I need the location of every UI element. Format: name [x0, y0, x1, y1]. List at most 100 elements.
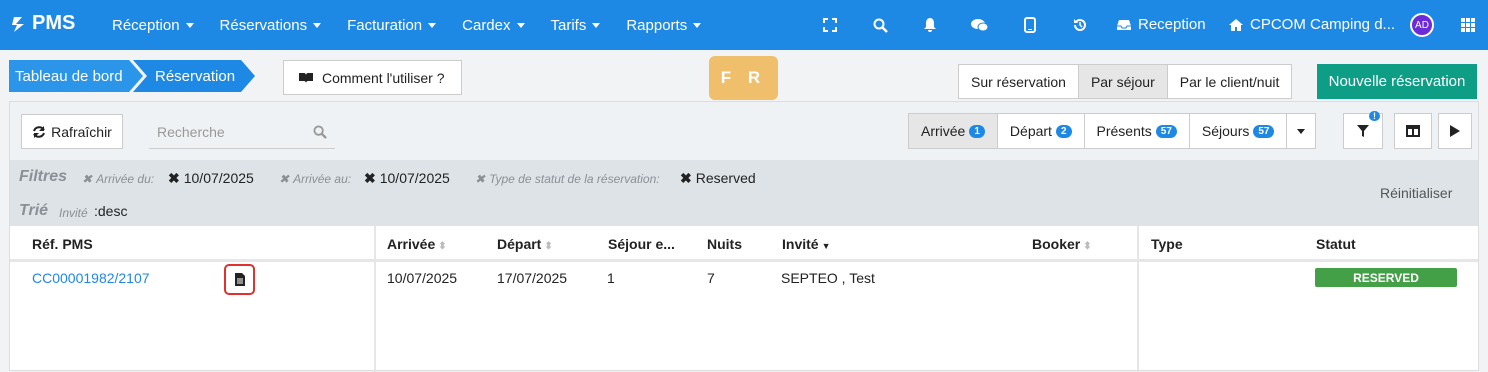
reception-label: Reception	[1138, 16, 1206, 33]
filter-label-arrival-to[interactable]: ✖ Arrivée au:	[279, 172, 351, 186]
breadcrumb-current: Réservation	[155, 67, 236, 85]
sort-title: Trié	[19, 202, 49, 219]
history-icon[interactable]	[1070, 15, 1090, 35]
menu-reception[interactable]: Réception	[112, 17, 194, 34]
tab-stays[interactable]: Séjours 57	[1190, 114, 1288, 148]
col-header-ref[interactable]: Réf. PMS	[32, 236, 93, 252]
play-icon	[1450, 125, 1460, 137]
count-badge: 1	[969, 124, 985, 138]
filter-label-status-type[interactable]: ✖ Type de statut de la réservation:	[475, 172, 660, 186]
chevron-down-icon	[313, 22, 322, 28]
filter-value-arrival-from[interactable]: ✖ 10/07/2025	[168, 170, 254, 187]
count-badge: 57	[1253, 124, 1275, 138]
chevron-down-icon	[428, 22, 437, 28]
search-icon[interactable]	[870, 15, 890, 35]
col-header-guest[interactable]: Invité ▼	[782, 236, 831, 252]
search-placeholder: Recherche	[157, 124, 225, 140]
top-navbar: PMS Réception Réservations Facturation C…	[0, 0, 1488, 50]
sort-desc-icon: ▼	[821, 241, 831, 251]
sort-direction: :desc	[94, 203, 128, 219]
tab-departures[interactable]: Départ 2	[998, 114, 1085, 148]
reservations-panel: Rafraîchir Recherche Arrivée 1 Départ 2 Pr…	[9, 101, 1479, 372]
view-by-reservation[interactable]: Sur réservation	[959, 65, 1079, 98]
count-badge: 57	[1155, 124, 1177, 138]
tab-present[interactable]: Présents 57	[1085, 114, 1190, 148]
book-icon	[299, 72, 313, 83]
reception-link[interactable]: Reception	[1116, 16, 1206, 33]
search-icon	[313, 125, 327, 139]
search-input[interactable]: Recherche	[149, 116, 335, 149]
sort-icon: ⬍	[438, 241, 447, 252]
cell-departure: 17/07/2025	[497, 270, 568, 286]
document-button[interactable]	[224, 264, 255, 295]
tab-arrivals[interactable]: Arrivée 1	[909, 114, 998, 148]
list-toolbar: Rafraîchir Recherche Arrivée 1 Départ 2 Pr…	[10, 102, 1478, 160]
col-header-nights[interactable]: Nuits	[707, 236, 742, 252]
status-badge: RESERVED	[1315, 268, 1457, 287]
refresh-button[interactable]: Rafraîchir	[21, 114, 123, 149]
fullscreen-icon[interactable]	[820, 15, 840, 35]
filter-button[interactable]: !	[1343, 111, 1383, 149]
view-by-stay[interactable]: Par séjour	[1078, 65, 1168, 98]
filter-value-status-type[interactable]: ✖ Reserved	[680, 170, 756, 187]
filters-title: Filtres	[19, 168, 68, 185]
menu-facturation[interactable]: Facturation	[347, 17, 437, 34]
tablet-icon[interactable]	[1020, 15, 1040, 35]
col-header-arrival[interactable]: Arrivée ⬍	[387, 236, 447, 252]
help-button[interactable]: Comment l'utiliser ?	[283, 60, 462, 95]
view-mode-group: Sur réservation Par séjour Par le client…	[958, 64, 1293, 99]
chevron-down-icon	[516, 22, 525, 28]
chat-icon[interactable]	[970, 15, 990, 35]
app-logo[interactable]: PMS	[10, 12, 75, 35]
site-label: CPCOM Camping d...	[1250, 16, 1396, 33]
menu-reservations[interactable]: Réservations	[220, 17, 322, 34]
col-header-departure[interactable]: Départ ⬍	[497, 236, 553, 252]
column-divider	[1137, 226, 1139, 372]
help-label: Comment l'utiliser ?	[322, 69, 445, 86]
play-button[interactable]	[1438, 113, 1472, 149]
refresh-label: Rafraîchir	[51, 123, 112, 140]
apps-grid-icon[interactable]	[1458, 15, 1478, 35]
cell-stay: 1	[607, 270, 615, 286]
filter-badge: !	[1369, 111, 1380, 121]
columns-icon	[1406, 125, 1420, 137]
chevron-down-icon	[1297, 128, 1306, 134]
reset-filters-link[interactable]: Réinitialiser	[1380, 185, 1452, 201]
filter-icon	[1357, 125, 1369, 137]
menu-tarifs[interactable]: Tarifs	[551, 17, 601, 34]
reservation-ref-link[interactable]: CC00001982/2107	[32, 270, 150, 286]
inbox-icon	[1117, 19, 1131, 30]
filter-value-arrival-to[interactable]: ✖ 10/07/2025	[364, 170, 450, 187]
sort-icon: ⬍	[1083, 241, 1092, 252]
col-header-booker[interactable]: Booker ⬍	[1032, 236, 1092, 252]
logo-text: PMS	[32, 12, 76, 34]
tabs-more-dropdown[interactable]	[1287, 114, 1315, 148]
new-reservation-button[interactable]: Nouvelle réservation	[1317, 64, 1477, 99]
chevron-down-icon	[185, 22, 194, 28]
col-header-status[interactable]: Statut	[1316, 236, 1356, 252]
bell-icon[interactable]	[920, 15, 940, 35]
menu-rapports[interactable]: Rapports	[626, 17, 702, 34]
avatar[interactable]: AD	[1410, 13, 1434, 37]
home-icon	[1229, 18, 1243, 31]
chevron-down-icon	[693, 22, 702, 28]
sort-icon: ⬍	[544, 241, 553, 252]
cell-nights: 7	[707, 270, 715, 286]
sort-field: Invité	[59, 206, 88, 220]
chevron-down-icon	[592, 22, 601, 28]
col-header-stay[interactable]: Séjour e...	[608, 236, 675, 252]
site-link[interactable]: CPCOM Camping d...	[1228, 16, 1395, 33]
header-divider	[10, 259, 1478, 262]
view-by-client-night[interactable]: Par le client/nuit	[1168, 65, 1292, 98]
columns-button[interactable]	[1394, 113, 1432, 149]
breadcrumb-home[interactable]: Tableau de bord	[9, 60, 123, 92]
filters-bar: Filtres ✖ Arrivée du: ✖ 10/07/2025 ✖ Arrivé…	[10, 160, 1478, 226]
main-menu: Réception Réservations Facturation Carde…	[112, 0, 727, 50]
col-header-type[interactable]: Type	[1151, 236, 1183, 252]
language-selector[interactable]: F R	[709, 56, 778, 100]
refresh-icon	[33, 125, 46, 138]
menu-cardex[interactable]: Cardex	[462, 17, 525, 34]
count-badge: 2	[1055, 124, 1072, 138]
filter-label-arrival-from[interactable]: ✖ Arrivée du:	[82, 172, 154, 186]
column-divider	[374, 226, 376, 372]
